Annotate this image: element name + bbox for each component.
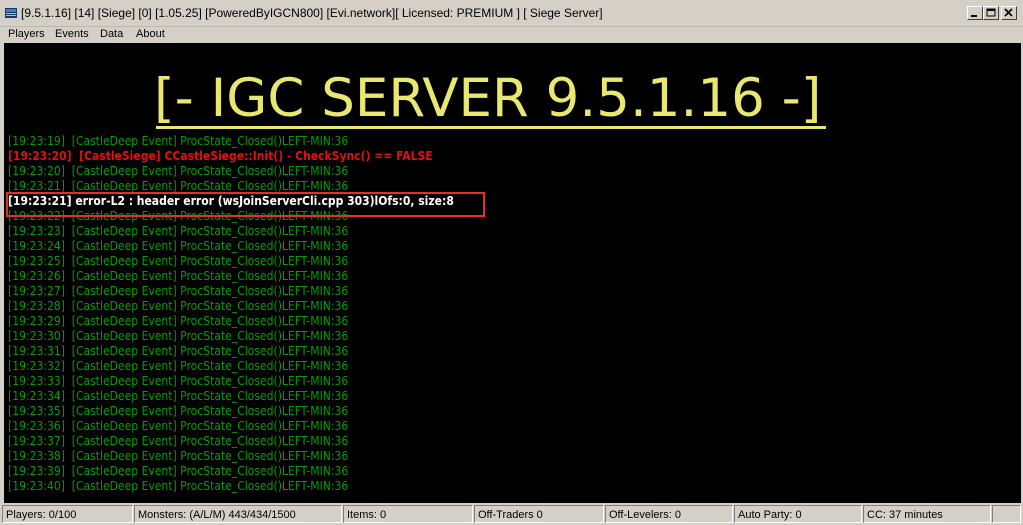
maximize-button[interactable] <box>983 6 999 20</box>
log-line: [19:23:19] [CastleDeep Event] ProcState_… <box>8 134 349 148</box>
banner-underline <box>156 126 826 129</box>
menu-players[interactable]: Players <box>8 27 45 41</box>
status-monsters: Monsters: (A/L/M) 443/434/1500 <box>134 505 342 523</box>
title-bar[interactable]: [9.5.1.16] [14] [Siege] [0] [1.05.25] [P… <box>0 0 1023 27</box>
log-line: [19:23:38] [CastleDeep Event] ProcState_… <box>8 449 349 463</box>
log-line: [19:23:33] [CastleDeep Event] ProcState_… <box>8 374 349 388</box>
log-line: [19:23:34] [CastleDeep Event] ProcState_… <box>8 389 349 403</box>
status-cc: CC: 37 minutes <box>863 505 991 523</box>
status-extra <box>992 505 1021 523</box>
log-line: [19:23:31] [CastleDeep Event] ProcState_… <box>8 344 349 358</box>
log-line: [19:23:36] [CastleDeep Event] ProcState_… <box>8 419 349 433</box>
server-app-icon <box>5 8 17 18</box>
window-title: [9.5.1.16] [14] [Siege] [0] [1.05.25] [P… <box>21 6 603 20</box>
log-line: [19:23:40] [CastleDeep Event] ProcState_… <box>8 479 349 493</box>
status-bar: Players: 0/100 Monsters: (A/L/M) 443/434… <box>0 503 1023 525</box>
log-line: [19:23:30] [CastleDeep Event] ProcState_… <box>8 329 349 343</box>
status-off-traders: Off-Traders 0 <box>474 505 604 523</box>
menu-data[interactable]: Data <box>100 27 123 41</box>
menu-events[interactable]: Events <box>55 27 89 41</box>
log-line: [19:23:25] [CastleDeep Event] ProcState_… <box>8 254 349 268</box>
maximize-icon <box>986 8 996 17</box>
log-line: [19:23:26] [CastleDeep Event] ProcState_… <box>8 269 349 283</box>
log-line: [19:23:24] [CastleDeep Event] ProcState_… <box>8 239 349 253</box>
log-line: [19:23:20] [CastleDeep Event] ProcState_… <box>8 164 349 178</box>
minimize-button[interactable] <box>967 6 983 20</box>
log-line: [19:23:35] [CastleDeep Event] ProcState_… <box>8 404 349 418</box>
log-line: [19:23:23] [CastleDeep Event] ProcState_… <box>8 224 349 238</box>
server-banner: [- IGC SERVER 9.5.1.16 -] <box>4 43 1021 141</box>
log-line: [19:23:20] [CastleSiege] CCastleSiege::I… <box>8 149 433 163</box>
status-off-levelers: Off-Levelers: 0 <box>605 505 733 523</box>
banner-title: [- IGC SERVER 9.5.1.16 -] <box>154 68 822 129</box>
status-players: Players: 0/100 <box>2 505 133 523</box>
log-line: [19:23:29] [CastleDeep Event] ProcState_… <box>8 314 349 328</box>
menu-bar: Players Events Data About <box>0 27 1023 43</box>
error-highlight-box <box>6 192 485 217</box>
status-auto-party: Auto Party: 0 <box>734 505 862 523</box>
log-line: [19:23:28] [CastleDeep Event] ProcState_… <box>8 299 349 313</box>
log-line: [19:23:32] [CastleDeep Event] ProcState_… <box>8 359 349 373</box>
status-items: Items: 0 <box>343 505 473 523</box>
log-line: [19:23:27] [CastleDeep Event] ProcState_… <box>8 284 349 298</box>
close-icon <box>1004 8 1013 17</box>
close-button[interactable] <box>1001 6 1017 20</box>
console-output[interactable]: [- IGC SERVER 9.5.1.16 -] [19:23:19] [Ca… <box>4 43 1021 503</box>
minimize-icon <box>971 15 977 17</box>
log-line: [19:23:37] [CastleDeep Event] ProcState_… <box>8 434 349 448</box>
log-line: [19:23:39] [CastleDeep Event] ProcState_… <box>8 464 349 478</box>
menu-about[interactable]: About <box>136 27 165 41</box>
